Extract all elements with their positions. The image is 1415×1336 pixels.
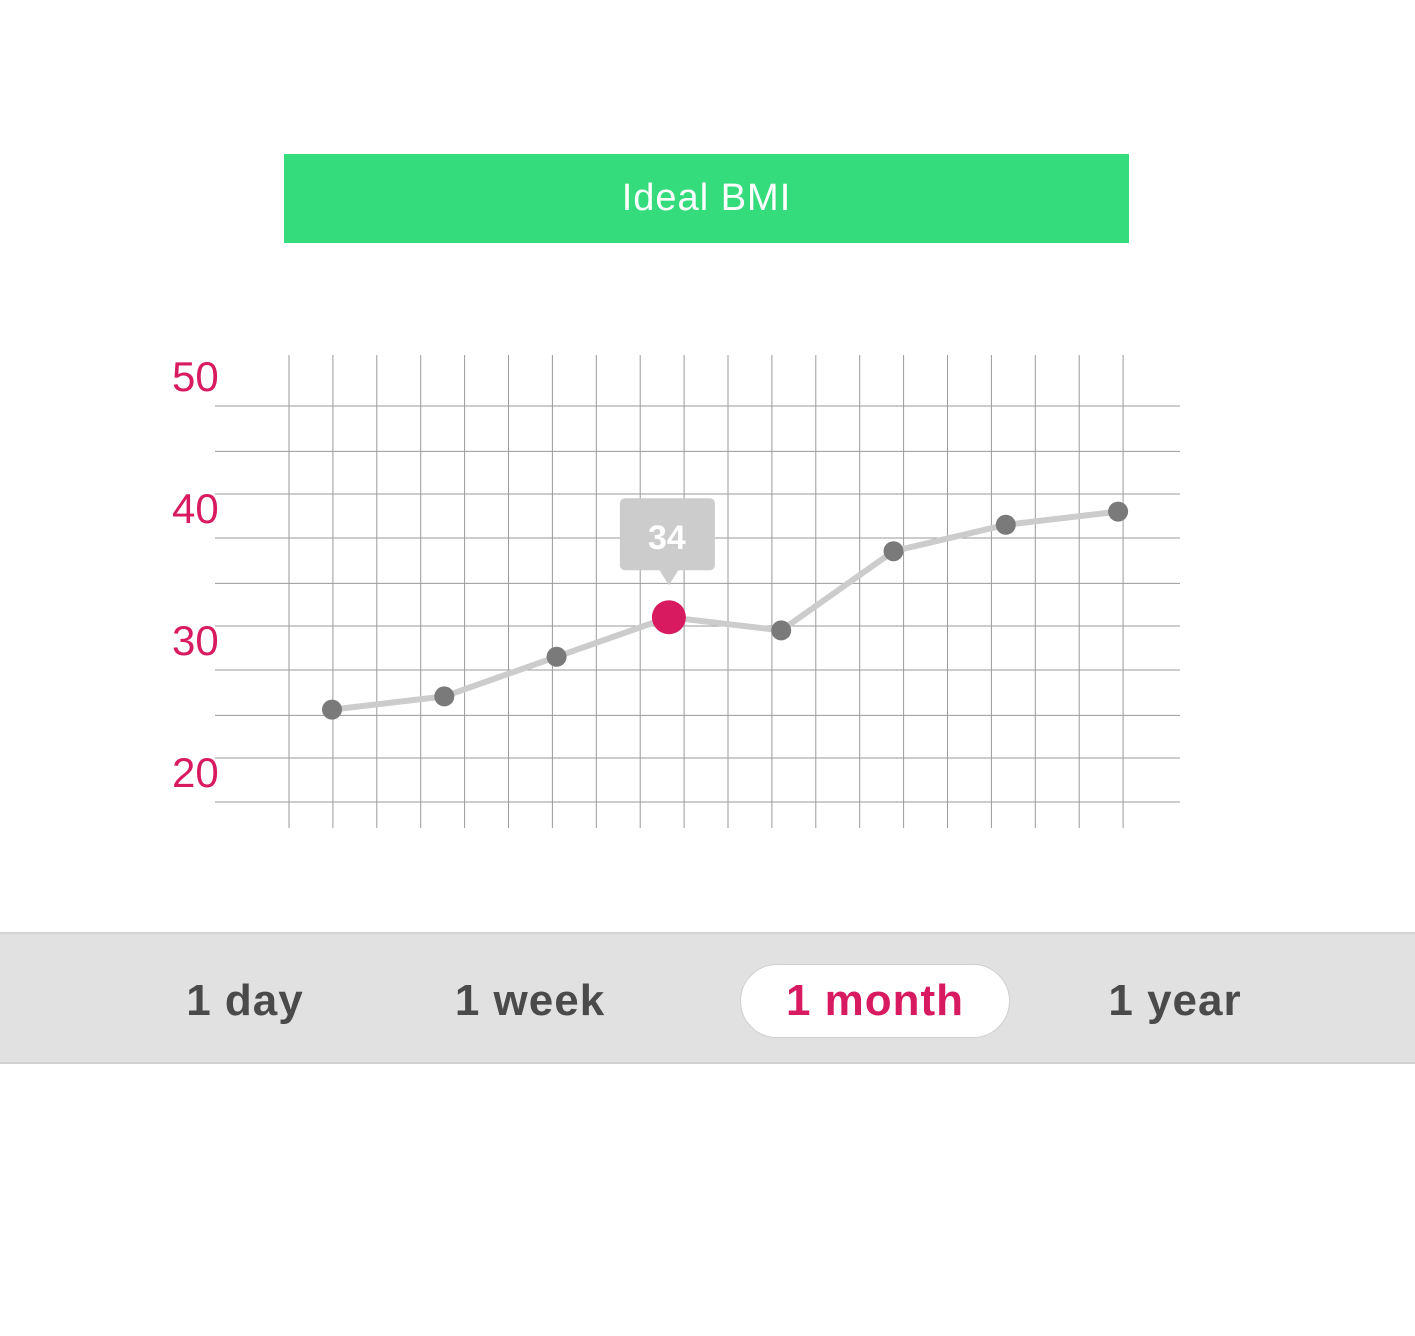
data-point [322, 699, 342, 720]
range-1-week[interactable]: 1 week [430, 964, 630, 1038]
y-tick-label: 40 [172, 485, 219, 532]
y-tick-label: 50 [172, 353, 219, 400]
data-point [995, 514, 1016, 535]
bmi-line-chart: 20 30 40 50 34 [172, 353, 1180, 828]
y-tick-label: 30 [172, 617, 219, 664]
bmi-series [322, 501, 1129, 720]
range-1-month[interactable]: 1 month [740, 964, 1010, 1038]
data-point [883, 541, 904, 562]
value-tooltip: 34 [619, 498, 715, 586]
data-point [546, 646, 567, 667]
data-point [434, 686, 455, 707]
tooltip-value: 34 [648, 519, 686, 557]
series-line [331, 508, 1119, 713]
data-point [771, 620, 792, 641]
highlighted-point [651, 600, 686, 635]
y-tick-label: 20 [172, 749, 219, 796]
chart-grid [215, 355, 1180, 828]
range-1-year[interactable]: 1 year [1085, 964, 1265, 1038]
range-1-day[interactable]: 1 day [160, 964, 330, 1038]
y-axis-ticks: 20 30 40 50 [172, 353, 219, 796]
tooltip-pointer [658, 569, 679, 586]
data-point [1108, 501, 1129, 522]
time-range-selector: 1 day 1 week 1 month 1 year [0, 932, 1415, 1064]
